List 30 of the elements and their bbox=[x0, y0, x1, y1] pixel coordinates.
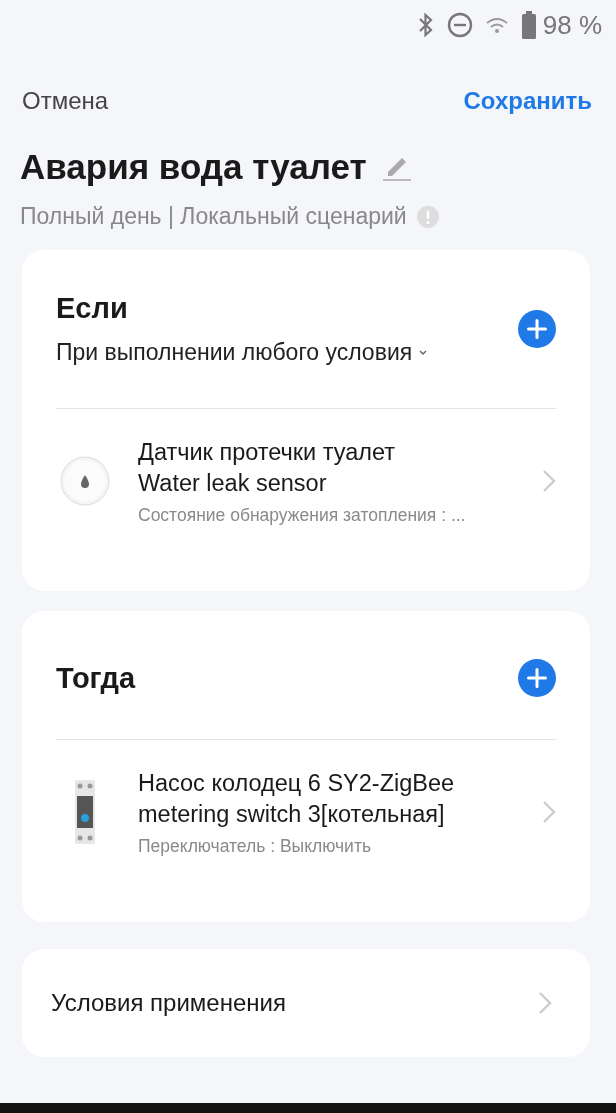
scene-subtitle: Полный день | Локальный сценарий bbox=[20, 203, 407, 230]
device-name: Water leak sensor bbox=[138, 468, 328, 498]
device-name: Насос колодец 6 SY2-ZigBee bbox=[138, 768, 456, 798]
save-button[interactable]: Сохранить bbox=[463, 87, 592, 115]
add-icon[interactable] bbox=[518, 310, 556, 348]
caret-icon bbox=[418, 348, 429, 357]
battery-percentage: 98 % bbox=[542, 9, 602, 41]
leak-sensor-icon bbox=[60, 456, 110, 506]
chevron-icon bbox=[542, 800, 556, 824]
do-not-disturb-icon bbox=[446, 12, 473, 38]
conditions-item[interactable]: Условия применения bbox=[22, 949, 590, 1057]
chevron-icon bbox=[542, 469, 556, 493]
device-name: metering switch 3[котельная] bbox=[138, 799, 446, 829]
cancel-button[interactable]: Отмена bbox=[22, 87, 109, 115]
wifi-icon bbox=[484, 15, 509, 35]
scene-title: Авария вода туалет bbox=[20, 146, 367, 188]
device-item[interactable]: Датчик протечки туалет Water leak sensor Состояние обнаружения затопления : ... bbox=[56, 409, 556, 591]
device-item[interactable]: Насос колодец 6 SY2-ZigBee metering switch 3[котельная] Переключатель : Выключить bbox=[56, 740, 556, 922]
bluetooth-icon bbox=[416, 12, 435, 38]
din-switch-icon bbox=[74, 780, 96, 844]
section-title: Тогда bbox=[56, 661, 136, 695]
battery-icon bbox=[520, 11, 537, 39]
add-icon[interactable] bbox=[518, 659, 556, 697]
device-state: Переключатель : Выключить bbox=[138, 835, 372, 857]
chevron-icon bbox=[538, 991, 552, 1015]
section-title: Если bbox=[56, 292, 129, 325]
device-name: Датчик протечки туалет bbox=[138, 437, 397, 467]
conditions-label: Условия применения bbox=[51, 989, 286, 1017]
condition-mode-dropdown[interactable]: При выполнении любого условия bbox=[56, 339, 429, 366]
device-state: Состояние обнаружения затопления : ... bbox=[138, 504, 467, 526]
